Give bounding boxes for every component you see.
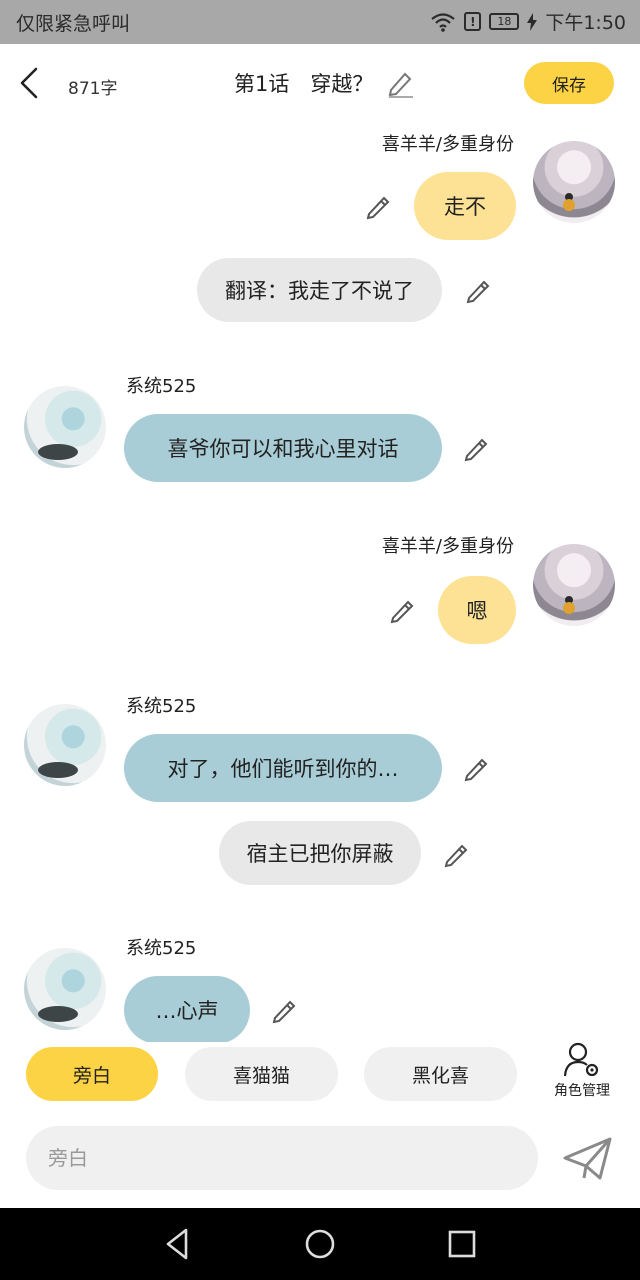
sender-name: 系统525 — [126, 938, 197, 959]
chat-area[interactable]: 喜羊羊/多重身份 走不 翻译：我走了不说了 系统525 喜爷你可以和我心里对话 … — [0, 124, 640, 1042]
save-button[interactable]: 保存 — [524, 62, 614, 104]
role-manage-icon — [563, 1042, 599, 1077]
battery-icon: 18 — [489, 13, 520, 30]
message-bubble[interactable]: 喜爷你可以和我心里对话 — [124, 414, 442, 482]
role-selector: 旁白 喜猫猫 黑化喜 角色管理 — [0, 1042, 640, 1114]
avatar[interactable] — [533, 141, 615, 223]
sender-name: 喜羊羊/多重身份 — [381, 134, 514, 155]
message-bubble[interactable]: 嗯 — [438, 576, 516, 644]
pencil-icon[interactable] — [387, 68, 415, 98]
avatar[interactable] — [24, 704, 106, 786]
system-nav-bar — [0, 1208, 640, 1280]
avatar[interactable] — [533, 544, 615, 626]
edit-icon[interactable] — [388, 594, 418, 624]
avatar[interactable] — [24, 948, 106, 1030]
message-input[interactable] — [26, 1126, 538, 1190]
sender-name: 系统525 — [126, 696, 197, 717]
role-manage-label: 角色管理 — [554, 1083, 610, 1099]
message-bubble[interactable]: …心声 — [124, 976, 250, 1042]
status-bar: 仅限紧急呼叫 ! 18 下午1:50 — [0, 0, 640, 44]
edit-icon[interactable] — [462, 752, 492, 782]
carrier-text: 仅限紧急呼叫 — [16, 13, 131, 35]
warning-icon: ! — [464, 12, 482, 31]
status-icons: ! 18 下午1:50 — [430, 8, 626, 35]
sender-name: 系统525 — [126, 376, 197, 397]
back-arrow-icon — [20, 67, 38, 99]
avatar[interactable] — [24, 386, 106, 468]
chapter-title: 第1话 穿越？ — [234, 72, 374, 96]
edit-icon[interactable] — [464, 274, 494, 304]
charging-icon — [527, 12, 538, 31]
role-chip-heihuaxi[interactable]: 黑化喜 — [364, 1047, 517, 1101]
word-count: 871字 — [68, 79, 118, 99]
wifi-icon — [431, 12, 456, 32]
message-bubble[interactable]: 对了，他们能听到你的… — [124, 734, 442, 802]
nav-back-icon[interactable] — [160, 1226, 196, 1262]
role-chip-narration[interactable]: 旁白 — [26, 1047, 158, 1101]
chapter-title-area[interactable]: 第1话 穿越？ — [234, 68, 415, 98]
sender-name: 喜羊羊/多重身份 — [381, 536, 514, 557]
narration-bubble[interactable]: 宿主已把你屏蔽 — [219, 821, 421, 885]
narration-bubble[interactable]: 翻译：我走了不说了 — [197, 258, 442, 322]
nav-recents-icon[interactable] — [444, 1226, 480, 1262]
back-button[interactable] — [14, 66, 44, 100]
send-icon[interactable] — [562, 1136, 614, 1182]
clock: 下午1:50 — [545, 12, 626, 34]
nav-home-icon[interactable] — [302, 1226, 338, 1262]
edit-icon[interactable] — [364, 190, 394, 220]
edit-icon[interactable] — [270, 994, 300, 1024]
role-chip-ximaomao[interactable]: 喜猫猫 — [185, 1047, 338, 1101]
editor-header: 871字 第1话 穿越？ 保存 — [0, 44, 640, 124]
compose-bar — [0, 1114, 640, 1208]
edit-icon[interactable] — [462, 432, 492, 462]
edit-icon[interactable] — [442, 838, 472, 868]
role-manage-button[interactable]: 角色管理 — [544, 1042, 620, 1104]
message-bubble[interactable]: 走不 — [414, 172, 516, 240]
